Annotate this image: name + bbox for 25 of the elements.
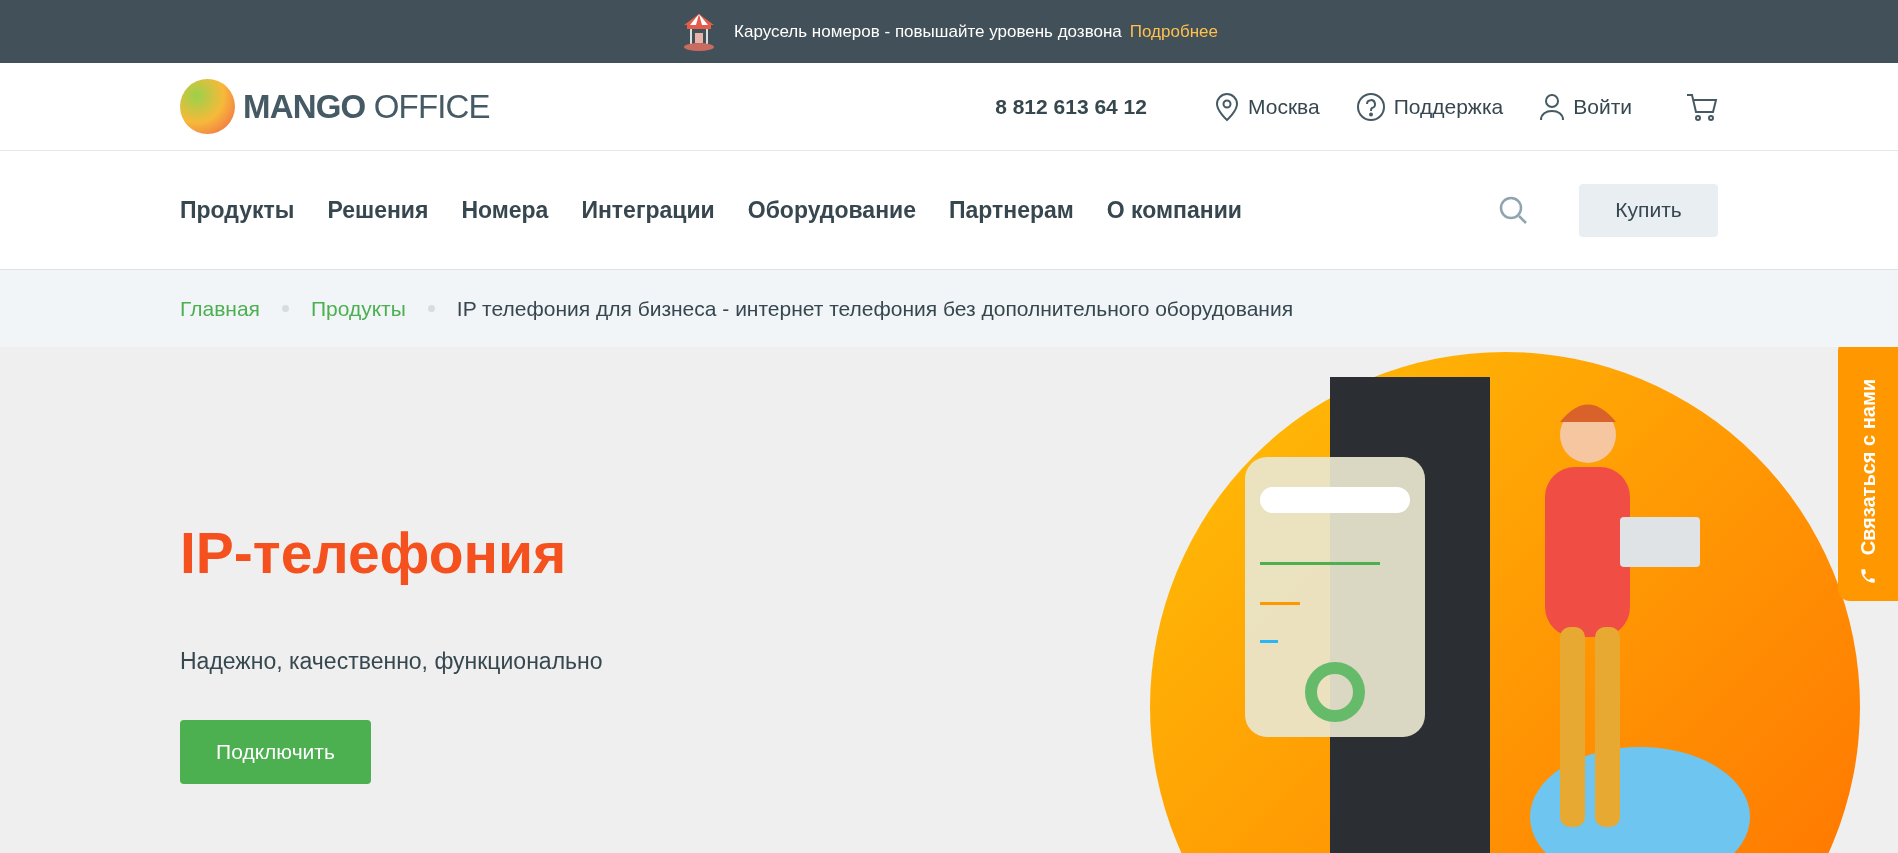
location-pin-icon xyxy=(1213,91,1240,122)
nav-item[interactable]: Номера xyxy=(461,192,549,228)
phone-icon xyxy=(1859,567,1877,585)
promo-link[interactable]: Подробнее xyxy=(1129,18,1218,45)
phone-number: 8 812 613 64 12 xyxy=(995,93,1147,120)
logo[interactable]: MANGO OFFICE xyxy=(180,79,490,134)
nav-item[interactable]: Продукты xyxy=(180,192,295,228)
buy-button[interactable]: Купить xyxy=(1579,183,1718,237)
promo-text: Карусель номеров - повышайте уровень дозвона xyxy=(734,20,1122,43)
breadcrumb-separator-icon xyxy=(427,305,435,312)
support-link[interactable]: Поддержка xyxy=(1355,90,1504,123)
login-link[interactable]: Войти xyxy=(1539,90,1632,123)
cart-icon[interactable] xyxy=(1686,91,1718,122)
hero-subtitle: Надежно, качественно, функционально xyxy=(180,647,604,676)
nav-item[interactable]: Решения xyxy=(327,192,429,228)
nav-item[interactable]: Оборудование xyxy=(747,192,916,228)
nav-item[interactable]: О компании xyxy=(1106,192,1242,228)
breadcrumb-current: IP телефония для бизнеса - интернет телефония без дополнительного оборудования xyxy=(456,295,1293,322)
city-link[interactable]: Москва xyxy=(1213,90,1320,123)
nav-item[interactable]: Партнерам xyxy=(948,192,1074,228)
user-icon xyxy=(1539,92,1566,121)
help-icon xyxy=(1355,91,1386,122)
breadcrumb-separator-icon xyxy=(281,305,289,312)
search-icon[interactable] xyxy=(1498,195,1528,225)
nav-item[interactable]: Интеграции xyxy=(581,192,715,228)
